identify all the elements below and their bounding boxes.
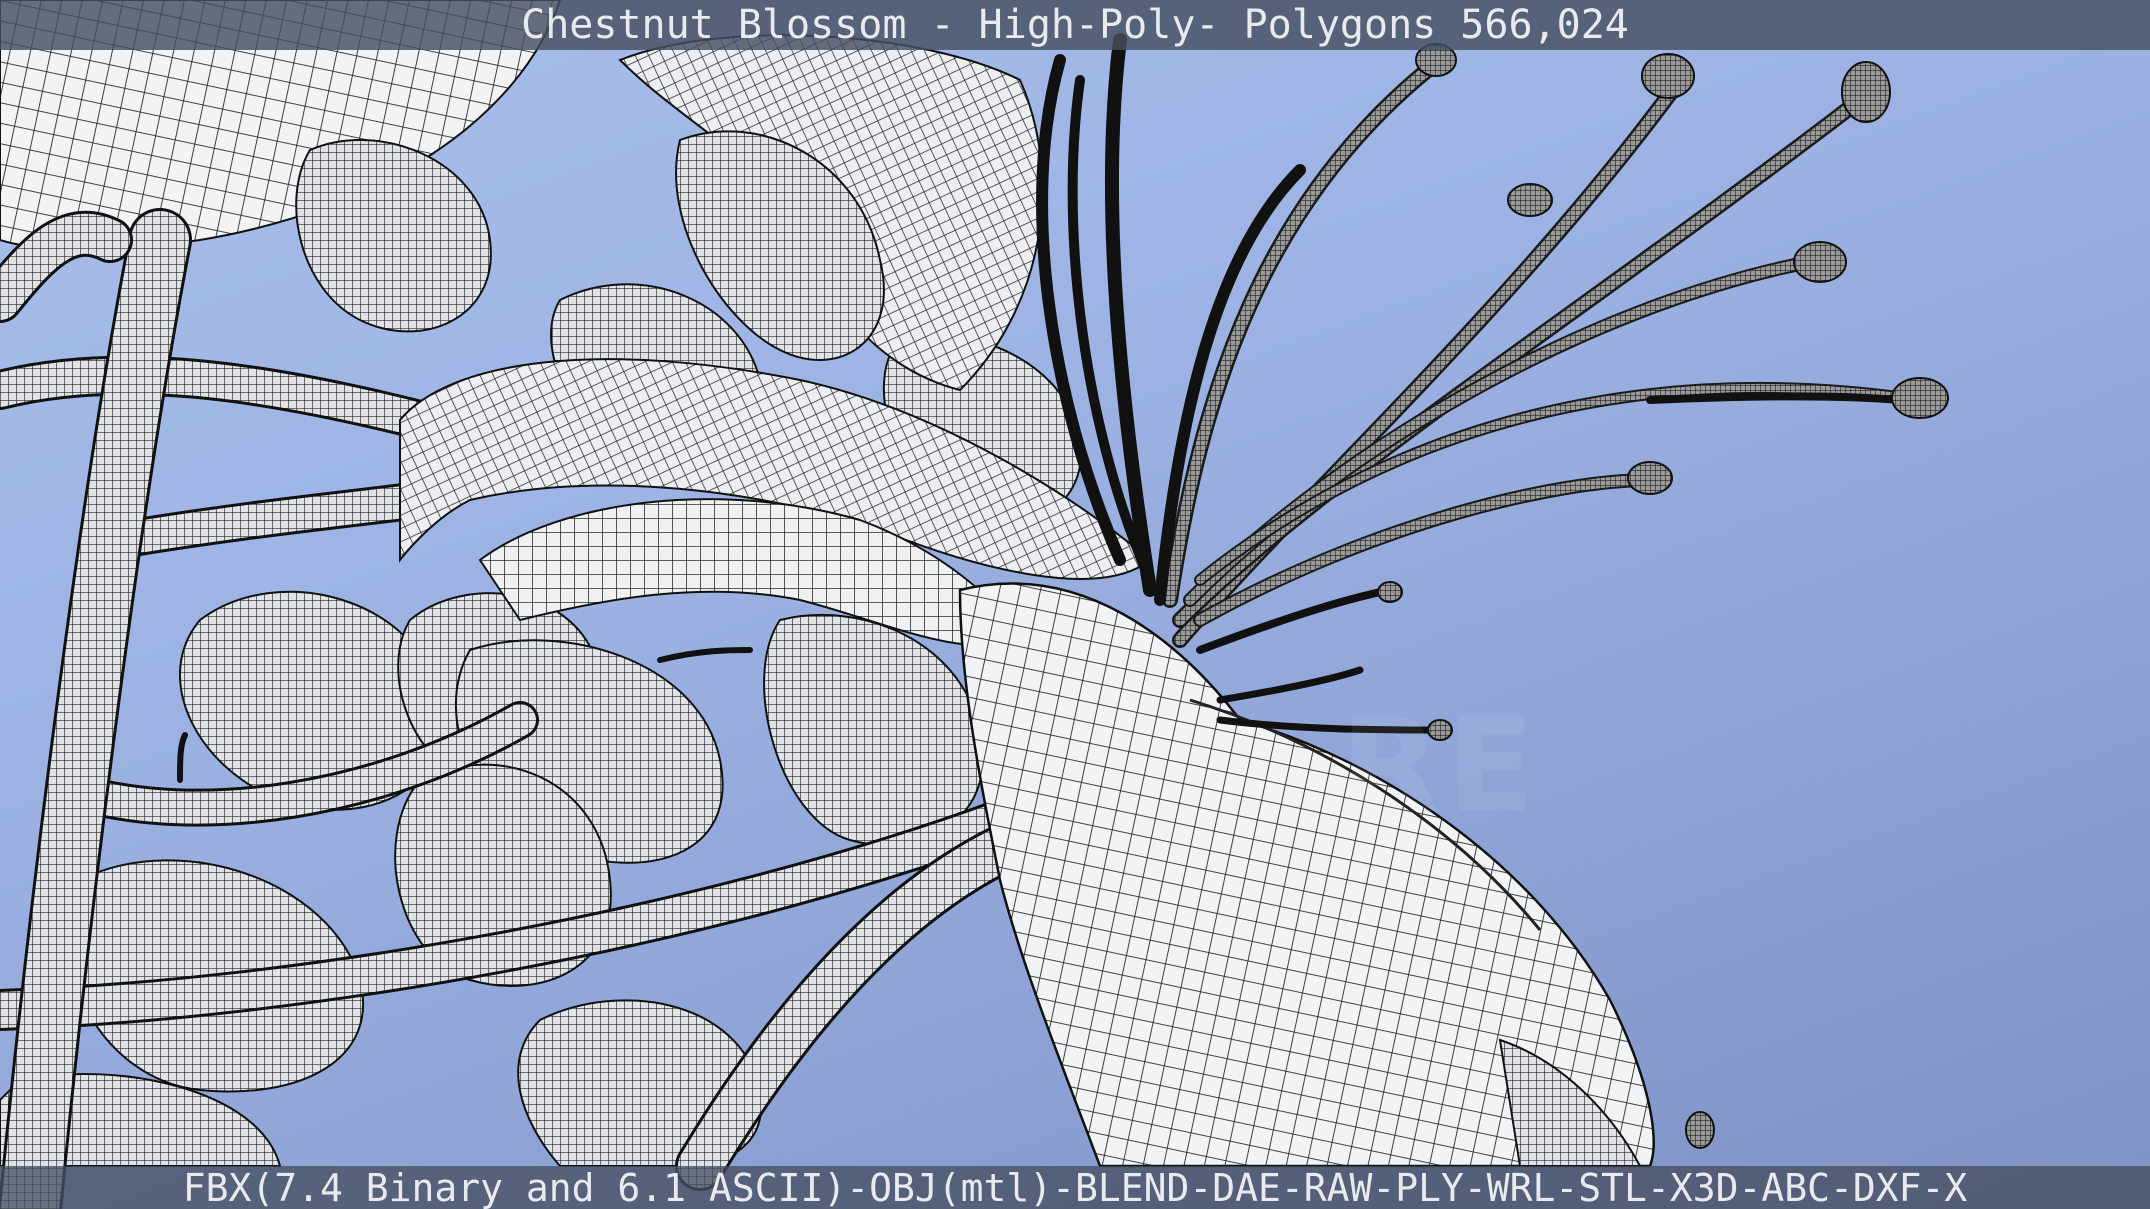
formats-bar: FBX(7.4 Binary and 6.1 ASCII)-OBJ(mtl)-B…: [0, 1166, 2150, 1209]
file-formats-label: FBX(7.4 Binary and 6.1 ASCII)-OBJ(mtl)-B…: [182, 1165, 1968, 1209]
title-bar: Chestnut Blossom - High-Poly- Polygons 5…: [0, 0, 2150, 50]
model-title: Chestnut Blossom - High-Poly- Polygons 5…: [521, 2, 1629, 48]
render-viewport: RE Chestnut Blossom - High-Poly- Polygon…: [0, 0, 2150, 1209]
flower-wireframe-render: [0, 0, 1949, 1209]
watermark: RE: [1340, 690, 1541, 842]
